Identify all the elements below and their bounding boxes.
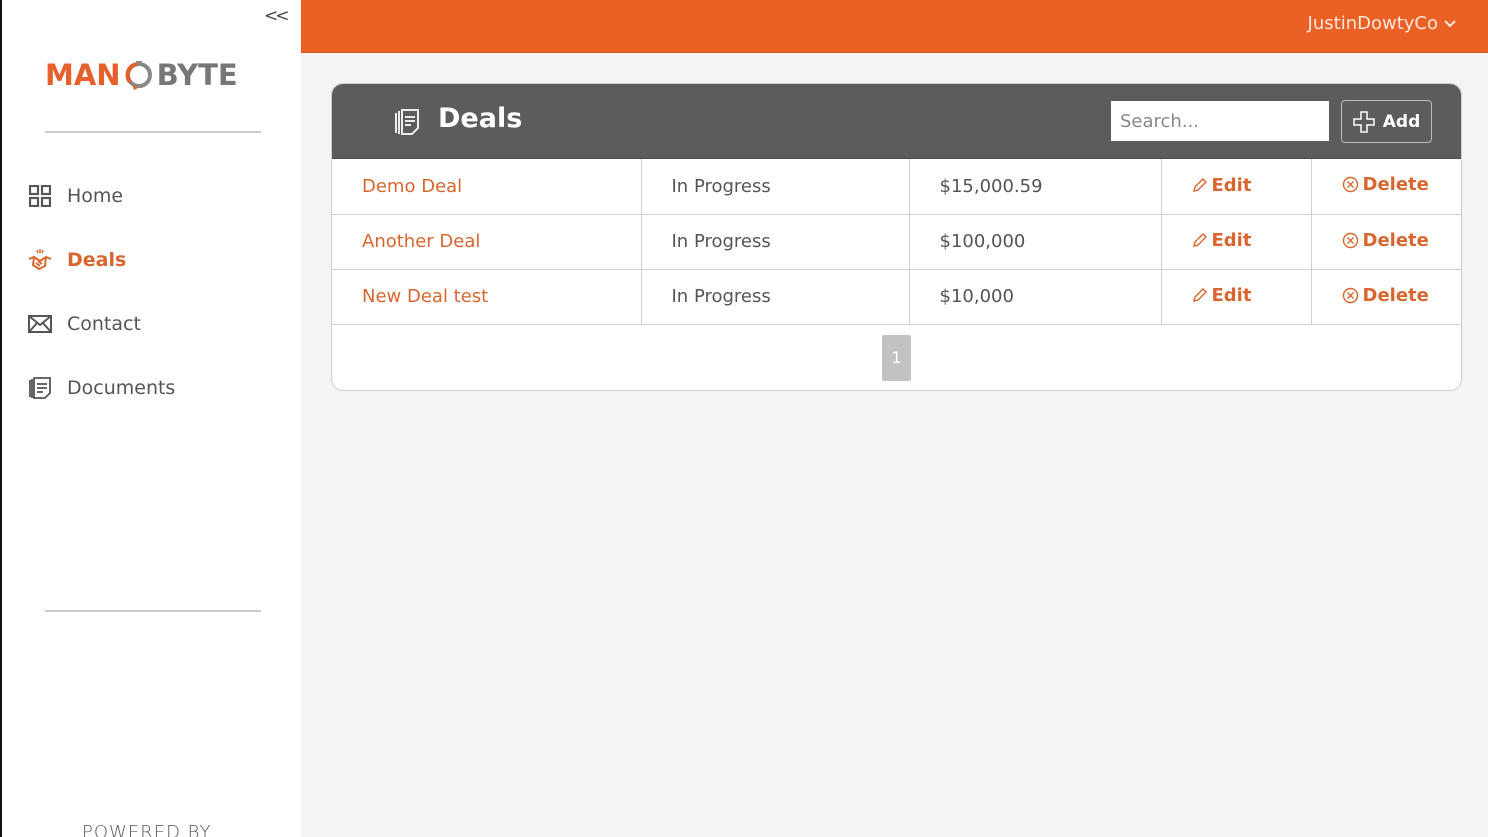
envelope-icon — [27, 312, 53, 336]
delete-label: Delete — [1362, 229, 1429, 251]
deal-name-link[interactable]: New Deal test — [362, 286, 488, 307]
chevron-down-icon — [1444, 19, 1456, 27]
delete-label: Delete — [1362, 174, 1429, 196]
page-title: Deals — [438, 103, 523, 134]
logo-gear-icon — [125, 61, 152, 90]
user-name: JustinDowtyCo — [1307, 13, 1438, 34]
close-circle-icon — [1342, 177, 1358, 193]
deals-card: Deals Add Demo Deal In Progress $15,000.… — [331, 83, 1462, 391]
sidebar-item-label: Documents — [67, 377, 176, 399]
table-row: Another Deal In Progress $100,000 Edit D… — [332, 214, 1461, 270]
deal-name-link[interactable]: Another Deal — [362, 231, 480, 252]
logo-text-right: BYTE — [156, 58, 238, 92]
delete-button[interactable]: Delete — [1342, 230, 1429, 251]
deal-amount: $100,000 — [909, 214, 1162, 270]
deals-header: Deals Add — [332, 84, 1461, 159]
edit-label: Edit — [1211, 284, 1252, 306]
deal-amount: $10,000 — [909, 269, 1162, 325]
handshake-icon — [27, 248, 53, 272]
page-button[interactable]: 1 — [882, 334, 911, 381]
sidebar-divider-bottom — [45, 610, 261, 612]
close-circle-icon — [1342, 287, 1358, 303]
sidebar-item-label: Contact — [67, 313, 141, 335]
plus-icon — [1353, 110, 1375, 133]
table-row: New Deal test In Progress $10,000 Edit D… — [332, 269, 1461, 325]
documents-icon — [395, 109, 419, 135]
sidebar-item-documents[interactable]: Documents — [27, 373, 175, 403]
powered-by-label: POWERED BY — [82, 822, 212, 837]
edit-button[interactable]: Edit — [1192, 174, 1252, 196]
deal-status: In Progress — [641, 269, 910, 325]
pencil-icon — [1192, 178, 1207, 192]
sidebar-item-label: Home — [67, 185, 124, 207]
sidebar-item-home[interactable]: Home — [27, 181, 123, 211]
pencil-icon — [1192, 233, 1207, 248]
sidebar-item-deals[interactable]: Deals — [27, 245, 126, 275]
logo-text-left: MAN — [45, 58, 121, 92]
pagination: 1 — [332, 325, 1461, 391]
deal-status: In Progress — [641, 214, 910, 270]
deal-status: In Progress — [641, 159, 910, 215]
pencil-icon — [1192, 288, 1207, 303]
edit-button[interactable]: Edit — [1192, 229, 1252, 251]
deals-table: Demo Deal In Progress $15,000.59 Edit De… — [332, 159, 1461, 325]
delete-button[interactable]: Delete — [1342, 285, 1429, 306]
logo[interactable]: MAN BYTE — [45, 55, 261, 95]
user-menu[interactable]: JustinDowtyCo — [1308, 13, 1456, 34]
deal-amount: $15,000.59 — [909, 159, 1162, 215]
deal-name-link[interactable]: Demo Deal — [362, 176, 462, 197]
search-input[interactable] — [1111, 101, 1329, 141]
grid-icon — [27, 184, 53, 208]
delete-button[interactable]: Delete — [1342, 174, 1429, 195]
add-deal-button[interactable]: Add — [1341, 100, 1432, 143]
sidebar-item-label: Deals — [67, 249, 127, 271]
table-row: Demo Deal In Progress $15,000.59 Edit De… — [332, 159, 1461, 215]
close-circle-icon — [1342, 232, 1358, 248]
delete-label: Delete — [1362, 284, 1429, 306]
edit-button[interactable]: Edit — [1192, 284, 1252, 306]
sidebar: << MAN BYTE Home Deals Contact Documents… — [0, 0, 301, 837]
sidebar-divider-top — [45, 131, 261, 133]
collapse-sidebar-button[interactable]: << — [264, 6, 289, 26]
edit-label: Edit — [1211, 174, 1252, 196]
top-bar: JustinDowtyCo — [301, 0, 1488, 53]
documents-icon — [27, 376, 53, 400]
add-label: Add — [1382, 111, 1421, 132]
sidebar-item-contact[interactable]: Contact — [27, 309, 141, 339]
edit-label: Edit — [1211, 229, 1252, 251]
